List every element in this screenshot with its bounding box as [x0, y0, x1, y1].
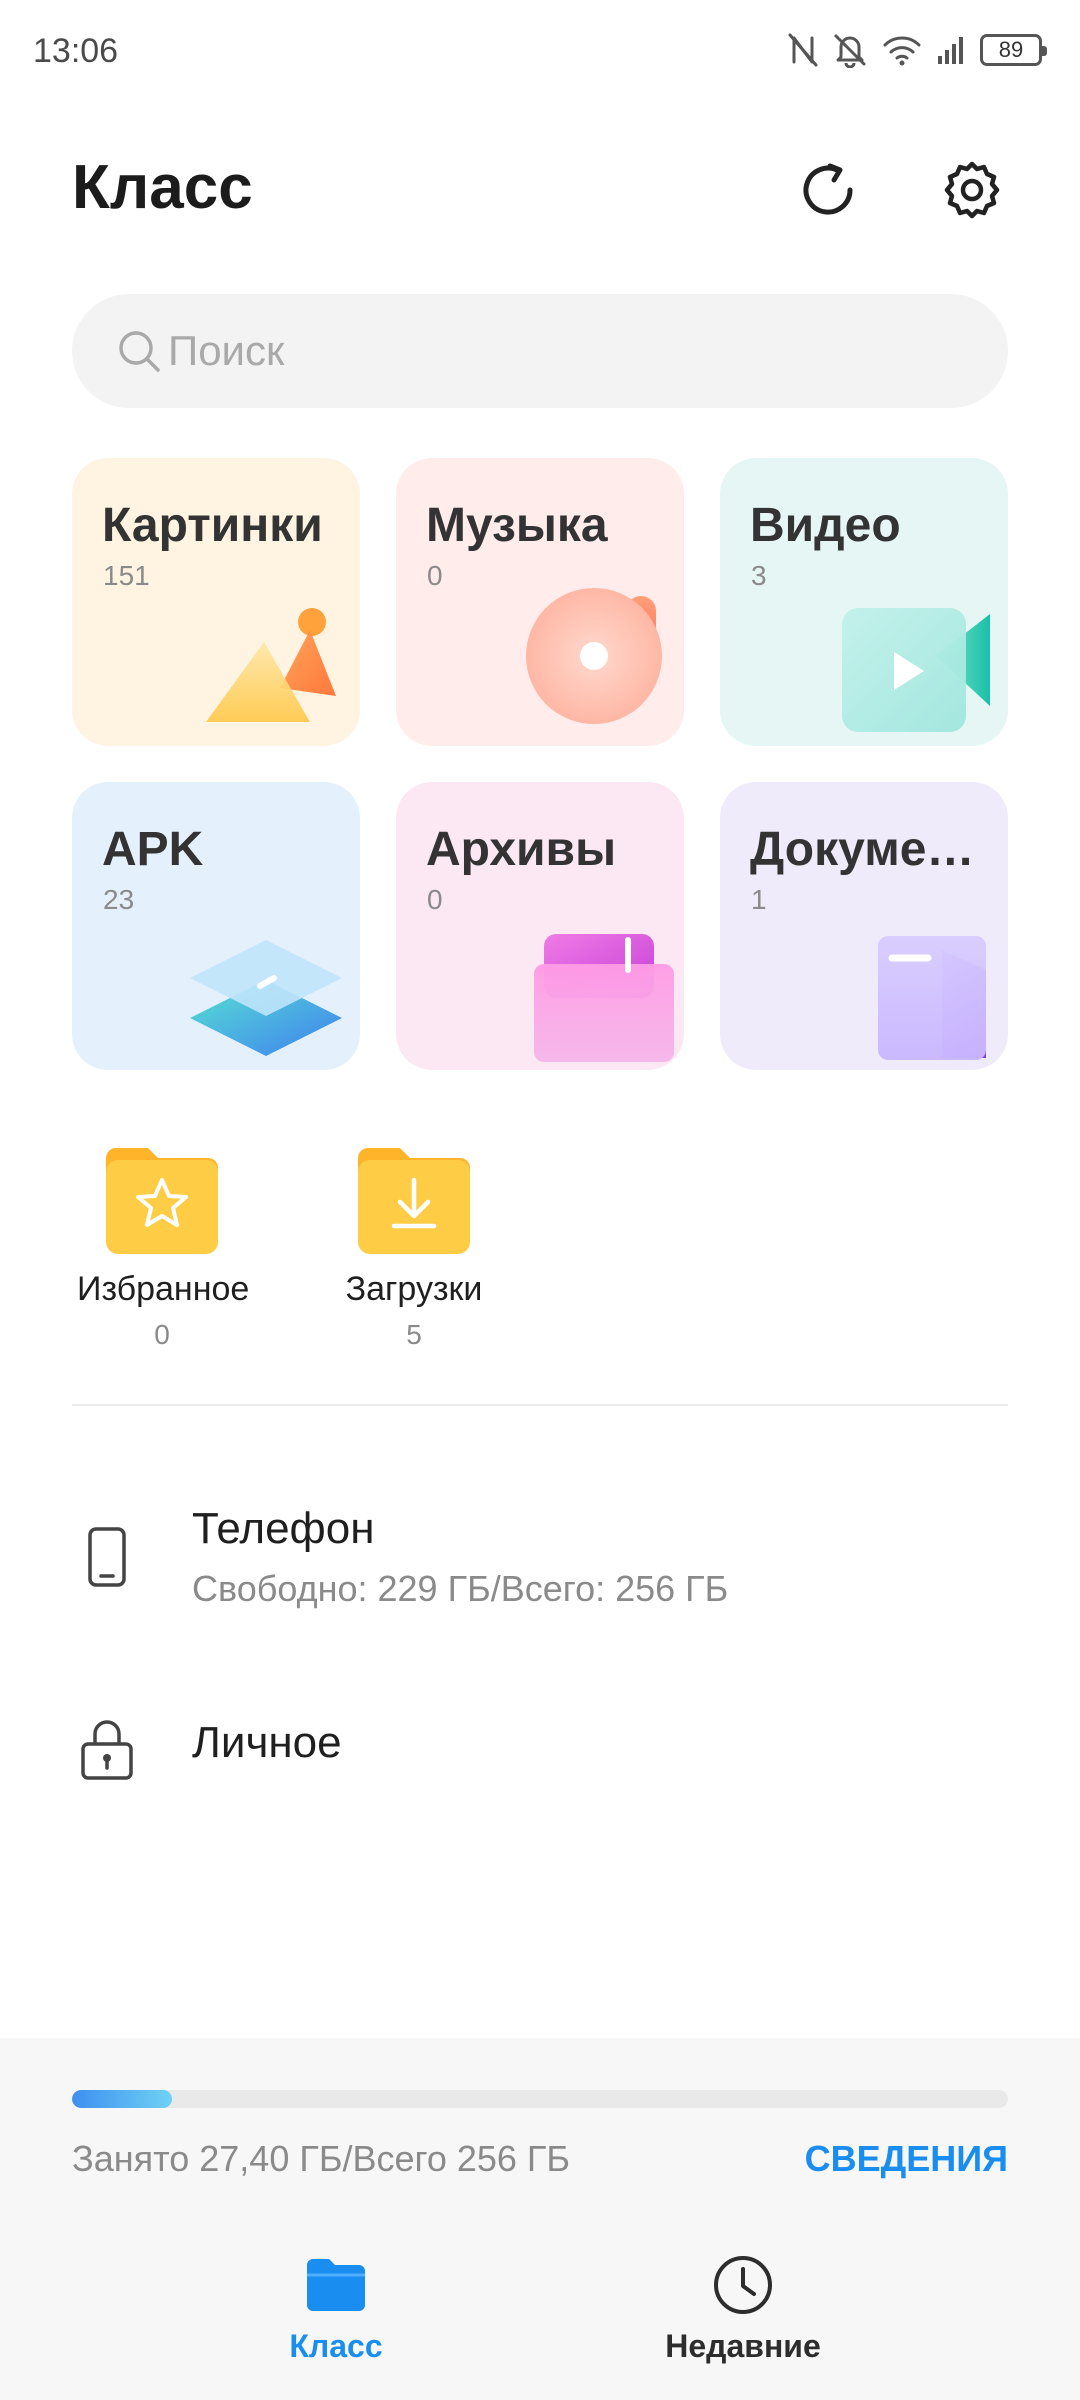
category-count: 23: [103, 884, 135, 915]
archive-icon: [534, 934, 674, 1062]
category-music[interactable]: Музыка 0: [396, 458, 684, 746]
category-name: Картинки: [102, 499, 323, 552]
folder-downloads[interactable]: Загрузки 5: [329, 1142, 499, 1351]
bell-off-icon: [834, 34, 866, 68]
gear-icon: [944, 161, 1000, 219]
refresh-icon: [803, 163, 853, 215]
phone-icon: [72, 1522, 142, 1592]
page-title: Класс: [72, 153, 253, 222]
storage-progress-fill: [72, 2090, 173, 2108]
category-name: Докуме…: [750, 823, 975, 876]
folder-label: Избранное: [77, 1270, 250, 1308]
battery-level: 89: [998, 37, 1024, 62]
settings-button[interactable]: [932, 150, 1012, 230]
folder-label: Загрузки: [345, 1270, 483, 1308]
clock-icon: [708, 2252, 778, 2318]
storage-used-text: Занято 27,40 ГБ/Всего 256 ГБ: [72, 2138, 571, 2179]
category-archives[interactable]: Архивы 0: [396, 782, 684, 1070]
category-apk[interactable]: APK 23: [72, 782, 360, 1070]
tab-classes[interactable]: Класс: [226, 2252, 446, 2365]
storage-progress: [72, 2090, 1008, 2108]
bottom-panel: Занято 27,40 ГБ/Всего 256 ГБ СВЕДЕНИЯ Кл…: [0, 2038, 1080, 2400]
tab-label: Недавние: [665, 2328, 821, 2364]
music-icon: [526, 588, 662, 724]
category-name: Видео: [750, 499, 901, 552]
category-video[interactable]: Видео 3: [720, 458, 1008, 746]
folder-count: 0: [154, 1319, 170, 1350]
category-documents[interactable]: Докуме… 1: [720, 782, 1008, 1070]
nfc-icon: [788, 33, 818, 67]
download-folder-icon: [352, 1142, 476, 1260]
category-name: Музыка: [426, 499, 608, 552]
tab-label: Класс: [289, 2328, 383, 2364]
category-count: 0: [427, 884, 443, 915]
status-icons: 89: [788, 30, 1047, 70]
wifi-icon: [883, 36, 921, 66]
storage-private-title: Личное: [192, 1718, 342, 1767]
battery-icon: 89: [980, 34, 1047, 66]
storage-phone[interactable]: Телефон Свободно: 229 ГБ/Всего: 256 ГБ: [0, 1480, 1080, 1640]
storage-private[interactable]: Личное: [0, 1700, 1080, 1820]
refresh-button[interactable]: [788, 150, 868, 230]
storage-phone-title: Телефон: [192, 1504, 375, 1553]
document-icon: [878, 936, 986, 1060]
folder-favorites[interactable]: Избранное 0: [77, 1142, 250, 1351]
status-bar: 13:06 89: [0, 0, 1080, 100]
category-name: APK: [102, 823, 204, 876]
apk-icon: [190, 940, 342, 1056]
folder-icon: [301, 2252, 371, 2318]
tab-recent[interactable]: Недавние: [633, 2252, 853, 2365]
details-button[interactable]: СВЕДЕНИЯ: [805, 2138, 1008, 2180]
status-time: 13:06: [33, 32, 119, 70]
category-name: Архивы: [426, 823, 617, 876]
category-count: 3: [751, 560, 767, 591]
search-placeholder: Поиск: [168, 327, 285, 374]
lock-icon: [72, 1714, 142, 1784]
category-count: 0: [427, 560, 443, 591]
search-input[interactable]: Поиск: [72, 294, 1008, 408]
video-icon: [842, 608, 990, 732]
category-count: 151: [103, 560, 150, 591]
category-count: 1: [751, 884, 767, 915]
divider: [72, 1404, 1008, 1406]
signal-icon: [938, 37, 963, 64]
storage-phone-subtitle: Свободно: 229 ГБ/Всего: 256 ГБ: [192, 1568, 729, 1609]
star-folder-icon: [100, 1142, 224, 1260]
folder-count: 5: [406, 1319, 422, 1350]
category-pictures[interactable]: Картинки 151: [72, 458, 360, 746]
search-icon: [119, 331, 160, 372]
pictures-icon: [206, 608, 336, 722]
